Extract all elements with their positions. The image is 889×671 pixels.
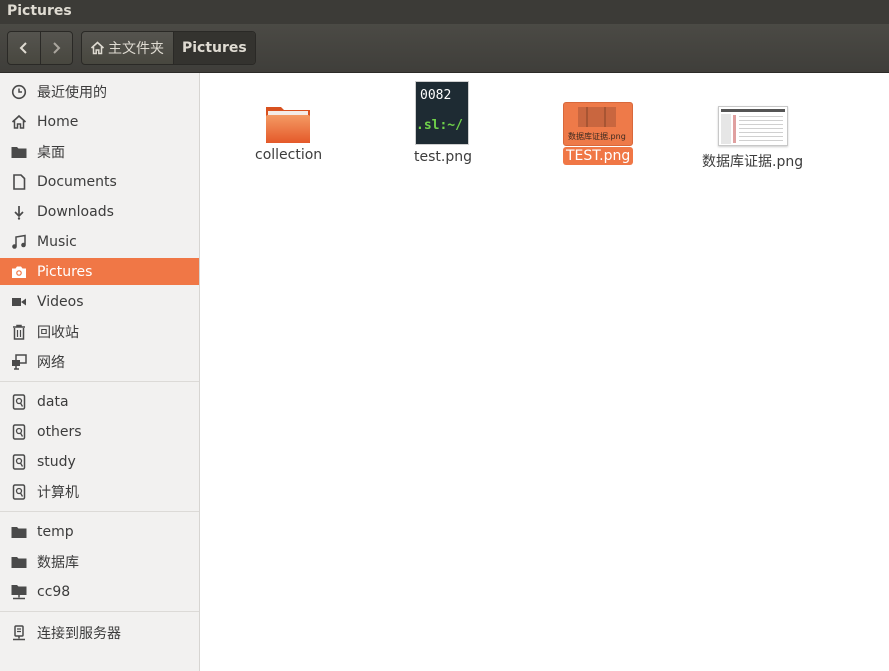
- file-name: 数据库证据.png: [702, 154, 804, 170]
- sidebar-item-label: Videos: [37, 293, 84, 310]
- camera-icon: [10, 263, 27, 280]
- file-item-TEST-png[interactable]: 数据库证据.png TEST.png: [556, 93, 646, 171]
- drive-icon: [10, 393, 27, 410]
- folder-icon: [10, 143, 27, 160]
- sidebar-item-label: cc98: [37, 583, 71, 600]
- thumbnail-content: [586, 107, 588, 127]
- sidebar-item-label: data: [37, 393, 69, 410]
- music-icon: [10, 233, 27, 250]
- file-name: test.png: [414, 149, 472, 165]
- sidebar-item-downloads[interactable]: Downloads: [0, 198, 199, 225]
- sidebar-separator: [0, 511, 199, 512]
- thumbnail-content: [604, 107, 606, 127]
- breadcrumb-current-label: Pictures: [182, 40, 247, 56]
- sidebar-item-documents[interactable]: Documents: [0, 168, 199, 195]
- sidebar-item-trash[interactable]: 回收站: [0, 318, 199, 345]
- sidebar-item-label: 计算机: [37, 484, 79, 501]
- sidebar-item-computer[interactable]: 计算机: [0, 478, 199, 505]
- sidebar-item-label: 最近使用的: [37, 84, 107, 101]
- sidebar-item-desktop[interactable]: 桌面: [0, 138, 199, 165]
- server-connect-icon: [10, 624, 27, 641]
- document-icon: [10, 173, 27, 190]
- sidebar-item-home[interactable]: Home: [0, 108, 199, 135]
- sidebar-item-others[interactable]: others: [0, 418, 199, 445]
- sidebar-item-temp[interactable]: temp: [0, 518, 199, 545]
- download-icon: [10, 203, 27, 220]
- folder-icon: [10, 553, 27, 570]
- folder-icon: [10, 523, 27, 540]
- file-item-collection[interactable]: collection: [245, 93, 333, 165]
- thumbnail-content: [721, 114, 731, 144]
- thumbnail-text: 0082: [420, 88, 452, 103]
- video-icon: [10, 293, 27, 310]
- nav-buttons: [7, 31, 73, 65]
- network-folder-icon: [10, 583, 27, 600]
- file-name: collection: [255, 147, 323, 163]
- sidebar: 最近使用的 Home 桌面 Documents Downloads Music …: [0, 73, 200, 671]
- thumbnail-caption: 数据库证据.png: [568, 132, 626, 141]
- image-thumbnail: 数据库证据.png: [563, 102, 633, 146]
- breadcrumb-home[interactable]: 主文件夹: [82, 32, 173, 64]
- sidebar-separator: [0, 611, 199, 612]
- back-button[interactable]: [8, 32, 40, 64]
- sidebar-item-label: Home: [37, 113, 79, 130]
- drive-icon: [10, 423, 27, 440]
- folder-icon: [266, 107, 310, 143]
- drive-icon: [10, 453, 27, 470]
- sidebar-item-label: 回收站: [37, 324, 79, 341]
- sidebar-item-pictures[interactable]: Pictures: [0, 258, 199, 285]
- file-item-test-png[interactable]: 0082 .sl:~/ test.png: [401, 78, 485, 168]
- image-thumbnail: [718, 106, 788, 146]
- thumbnail-text: .sl:~/: [416, 118, 463, 133]
- sidebar-item-music[interactable]: Music: [0, 228, 199, 255]
- sidebar-item-network[interactable]: 网络: [0, 348, 199, 375]
- sidebar-item-recent[interactable]: 最近使用的: [0, 78, 199, 105]
- file-name: TEST.png: [563, 147, 634, 165]
- sidebar-item-label: 网络: [37, 354, 65, 371]
- clock-icon: [10, 83, 27, 100]
- breadcrumb-home-label: 主文件夹: [108, 41, 164, 57]
- sidebar-separator: [0, 381, 199, 382]
- thumbnail-content: [733, 115, 736, 143]
- sidebar-item-label: study: [37, 453, 76, 470]
- home-icon: [90, 41, 105, 55]
- trash-icon: [10, 323, 27, 340]
- toolbar: 主文件夹 Pictures: [0, 24, 889, 73]
- breadcrumb-pictures[interactable]: Pictures: [173, 32, 255, 64]
- sidebar-item-label: temp: [37, 523, 74, 540]
- sidebar-item-data[interactable]: data: [0, 388, 199, 415]
- home-icon: [10, 113, 27, 130]
- sidebar-item-label: 连接到服务器: [37, 625, 121, 642]
- sidebar-item-study[interactable]: study: [0, 448, 199, 475]
- sidebar-item-videos[interactable]: Videos: [0, 288, 199, 315]
- sidebar-item-label: Music: [37, 233, 77, 250]
- chevron-right-icon: [53, 42, 61, 54]
- sidebar-item-label: Pictures: [37, 263, 93, 280]
- sidebar-item-cc98[interactable]: cc98: [0, 578, 199, 605]
- thumbnail-content: [739, 116, 783, 117]
- sidebar-item-label: 数据库: [37, 554, 79, 571]
- thumbnail-content: [721, 109, 785, 112]
- sidebar-item-label: Downloads: [37, 203, 114, 220]
- forward-button[interactable]: [39, 32, 72, 64]
- title-bar: Pictures: [0, 0, 889, 24]
- sidebar-item-database[interactable]: 数据库: [0, 548, 199, 575]
- sidebar-item-label: 桌面: [37, 144, 65, 161]
- window-title: Pictures: [7, 3, 72, 19]
- network-icon: [10, 353, 27, 370]
- thumbnail-content: [578, 107, 616, 127]
- drive-icon: [10, 483, 27, 500]
- sidebar-item-label: Documents: [37, 173, 117, 190]
- chevron-left-icon: [19, 42, 27, 54]
- file-view: collection 0082 .sl:~/ test.png 数据库证据.pn…: [201, 73, 889, 671]
- sidebar-item-label: others: [37, 423, 82, 440]
- file-item-database-evidence-png[interactable]: 数据库证据.png: [701, 93, 811, 173]
- breadcrumb: 主文件夹 Pictures: [81, 31, 256, 65]
- image-thumbnail: 0082 .sl:~/: [415, 81, 469, 145]
- sidebar-item-connect-server[interactable]: 连接到服务器: [0, 619, 199, 646]
